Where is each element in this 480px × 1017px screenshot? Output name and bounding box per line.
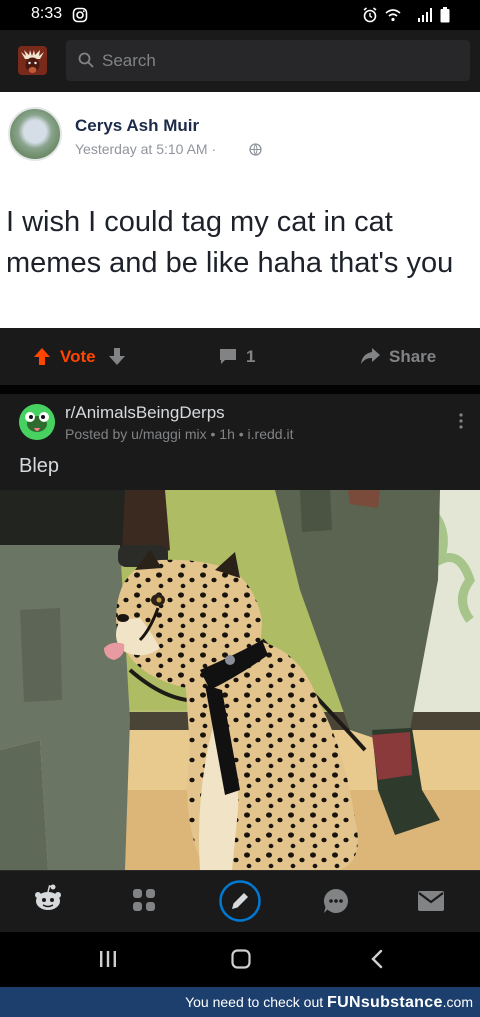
instagram-icon bbox=[72, 7, 88, 23]
post-card[interactable]: r/AnimalsBeingDerps Posted by u/maggi mi… bbox=[0, 394, 480, 490]
recents-icon[interactable] bbox=[99, 950, 117, 968]
author-avatar bbox=[8, 107, 62, 161]
create-post-icon[interactable] bbox=[219, 880, 261, 922]
search-bar[interactable]: Search bbox=[66, 40, 470, 81]
wifi-icon bbox=[385, 9, 401, 22]
search-input[interactable]: Search bbox=[102, 51, 156, 71]
comment-icon[interactable] bbox=[219, 348, 237, 365]
avatar-icon[interactable] bbox=[18, 46, 47, 75]
author-name: Cerys Ash Muir bbox=[75, 116, 200, 135]
subreddit-icon[interactable] bbox=[19, 404, 55, 440]
chat-icon[interactable] bbox=[323, 888, 349, 914]
alarm-icon bbox=[363, 7, 377, 23]
inbox-icon[interactable] bbox=[418, 891, 444, 911]
battery-icon bbox=[440, 7, 450, 23]
post-title[interactable]: Blep bbox=[19, 455, 59, 478]
system-nav-bar bbox=[0, 932, 480, 987]
derp-snoo-icon bbox=[19, 404, 55, 440]
cheetah-photo bbox=[0, 490, 480, 870]
signal-icon bbox=[418, 8, 432, 22]
comment-count[interactable]: 1 bbox=[246, 347, 255, 367]
watermark-prefix: You need to check out bbox=[185, 994, 324, 1010]
post-image-cheetah[interactable] bbox=[0, 490, 480, 870]
feed-divider bbox=[0, 385, 480, 394]
home-icon[interactable] bbox=[33, 884, 63, 912]
post-timestamp: Yesterday at 5:10 AM · bbox=[75, 141, 217, 157]
downvote-icon[interactable] bbox=[109, 348, 125, 365]
back-icon[interactable] bbox=[370, 949, 384, 969]
upvote-icon[interactable] bbox=[34, 348, 50, 365]
app-header: Search bbox=[0, 30, 480, 92]
watermark-suffix: .com bbox=[442, 994, 473, 1010]
bottom-nav bbox=[0, 870, 480, 932]
vote-label: Vote bbox=[60, 347, 96, 366]
home-button-icon[interactable] bbox=[231, 949, 251, 969]
status-bar: 8:33 bbox=[0, 0, 480, 30]
globe-icon bbox=[249, 143, 262, 156]
watermark-brand: FUNsubstance bbox=[327, 994, 443, 1011]
post-body-text: I wish I could tag my cat in cat memes a… bbox=[6, 206, 454, 279]
moose-avatar-icon bbox=[18, 46, 47, 75]
search-icon bbox=[78, 52, 94, 68]
post-meta: Posted by u/maggi mix • 1h • i.redd.it bbox=[65, 426, 294, 442]
share-icon[interactable] bbox=[361, 348, 380, 365]
post-action-bar: Vote 1 Share bbox=[0, 328, 480, 385]
clock: 8:33 bbox=[31, 5, 63, 22]
post-image-facebook-screenshot[interactable]: Cerys Ash Muir Yesterday at 5:10 AM · I … bbox=[0, 92, 480, 328]
subreddit-name[interactable]: r/AnimalsBeingDerps bbox=[65, 403, 225, 423]
communities-icon[interactable] bbox=[132, 888, 156, 912]
watermark-bar: You need to check out FUNsubstance.com bbox=[0, 987, 480, 1017]
watermark-text: You need to check out FUNsubstance.com bbox=[185, 994, 473, 1012]
share-button[interactable]: Share bbox=[389, 347, 436, 367]
more-options-icon[interactable] bbox=[458, 412, 464, 430]
